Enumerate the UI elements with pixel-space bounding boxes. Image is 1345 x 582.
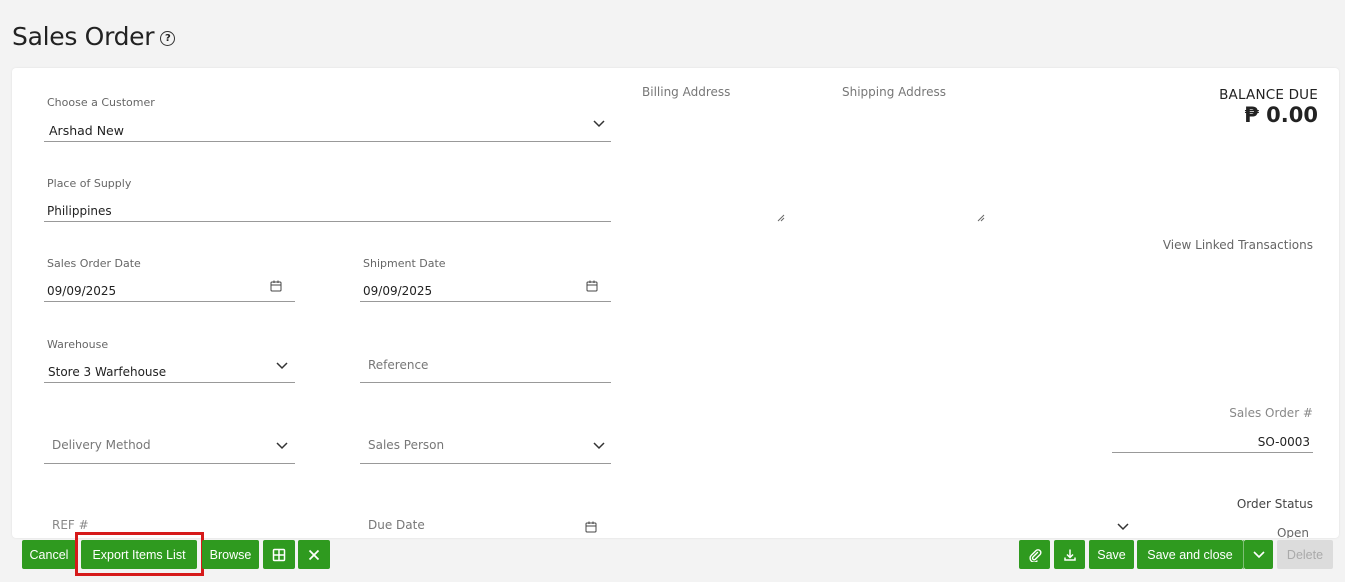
delete-button-label: Delete — [1286, 547, 1324, 562]
place-of-supply-label: Place of Supply — [47, 177, 132, 190]
reference-placeholder: Reference — [368, 358, 429, 372]
sales-order-date-field[interactable]: Sales Order Date 09/09/2025 — [44, 257, 295, 303]
shipment-date-label: Shipment Date — [363, 257, 446, 270]
save-and-close-button[interactable]: Save and close — [1137, 540, 1243, 569]
chevron-down-icon — [1252, 550, 1265, 559]
chevron-down-icon[interactable] — [593, 120, 605, 128]
save-button[interactable]: Save — [1089, 540, 1134, 569]
sales-order-number-underline — [1112, 452, 1313, 453]
place-of-supply-field[interactable]: Place of Supply Philippines — [44, 177, 611, 223]
balance-due-value: ₱ 0.00 — [1244, 103, 1318, 127]
order-status-value[interactable]: Open — [1277, 526, 1309, 538]
sales-order-date-value: 09/09/2025 — [47, 284, 117, 298]
attach-button[interactable] — [1019, 540, 1050, 569]
save-options-dropdown[interactable] — [1244, 540, 1273, 569]
save-and-close-label: Save and close — [1147, 547, 1233, 562]
due-date-field[interactable]: Due Date — [360, 498, 611, 538]
reference-input[interactable]: Reference — [360, 338, 611, 384]
sales-person-placeholder: Sales Person — [368, 438, 445, 452]
shipment-date-value: 09/09/2025 — [363, 284, 433, 298]
resize-handle-icon[interactable] — [977, 207, 985, 222]
cancel-button-label: Cancel — [29, 547, 69, 562]
grid-icon — [272, 548, 286, 562]
view-linked-transactions-link[interactable]: View Linked Transactions — [1163, 238, 1313, 252]
sales-order-form: Choose a Customer Arshad New Place of Su… — [12, 68, 1339, 538]
close-button[interactable] — [298, 540, 330, 569]
shipment-date-field[interactable]: Shipment Date 09/09/2025 — [360, 257, 611, 303]
sales-order-number-value[interactable]: SO-0003 — [1258, 435, 1310, 449]
customer-select[interactable]: Choose a Customer Arshad New — [44, 96, 611, 142]
download-button[interactable] — [1054, 540, 1085, 569]
calendar-icon[interactable] — [270, 280, 282, 292]
cancel-button[interactable]: Cancel — [22, 540, 76, 569]
paperclip-icon — [1028, 548, 1042, 562]
balance-due-label: BALANCE DUE — [1219, 87, 1318, 103]
calendar-icon[interactable] — [585, 521, 597, 533]
customer-label: Choose a Customer — [47, 96, 155, 109]
page-title: Sales Order ? — [12, 22, 176, 51]
chevron-down-icon[interactable] — [593, 442, 605, 450]
question-circle-icon[interactable]: ? — [160, 31, 176, 46]
warehouse-label: Warehouse — [47, 338, 109, 351]
chevron-down-icon[interactable] — [276, 362, 288, 370]
sales-person-select[interactable]: Sales Person — [360, 418, 611, 464]
order-status-label: Order Status — [1236, 497, 1313, 511]
delete-button[interactable]: Delete — [1277, 540, 1333, 569]
page-title-text: Sales Order — [12, 22, 155, 51]
sales-order-date-label: Sales Order Date — [47, 257, 141, 270]
sales-order-number-label: Sales Order # — [1229, 406, 1313, 420]
save-button-label: Save — [1097, 547, 1126, 562]
customer-value: Arshad New — [49, 123, 124, 138]
shipping-address-label: Shipping Address — [842, 85, 946, 99]
shipping-address-textarea[interactable] — [840, 104, 988, 222]
warehouse-value: Store 3 Warfehouse — [48, 365, 167, 379]
close-icon — [308, 549, 320, 561]
delivery-method-placeholder: Delivery Method — [52, 438, 151, 452]
billing-address-textarea[interactable] — [640, 104, 788, 222]
chevron-down-icon[interactable] — [276, 442, 288, 450]
resize-handle-icon[interactable] — [777, 207, 785, 222]
grid-button[interactable] — [263, 540, 295, 569]
ref-number-placeholder: REF # — [52, 518, 89, 532]
download-icon — [1063, 548, 1077, 562]
browse-button[interactable]: Browse — [202, 540, 259, 569]
chevron-down-icon[interactable] — [1117, 523, 1129, 531]
place-of-supply-value: Philippines — [47, 204, 112, 218]
due-date-placeholder: Due Date — [368, 518, 425, 532]
warehouse-select[interactable]: Warehouse Store 3 Warfehouse — [44, 338, 295, 384]
browse-button-label: Browse — [209, 547, 252, 562]
delivery-method-select[interactable]: Delivery Method — [44, 418, 295, 464]
billing-address-label: Billing Address — [642, 85, 731, 99]
highlight-box — [75, 532, 204, 576]
calendar-icon[interactable] — [586, 280, 598, 292]
